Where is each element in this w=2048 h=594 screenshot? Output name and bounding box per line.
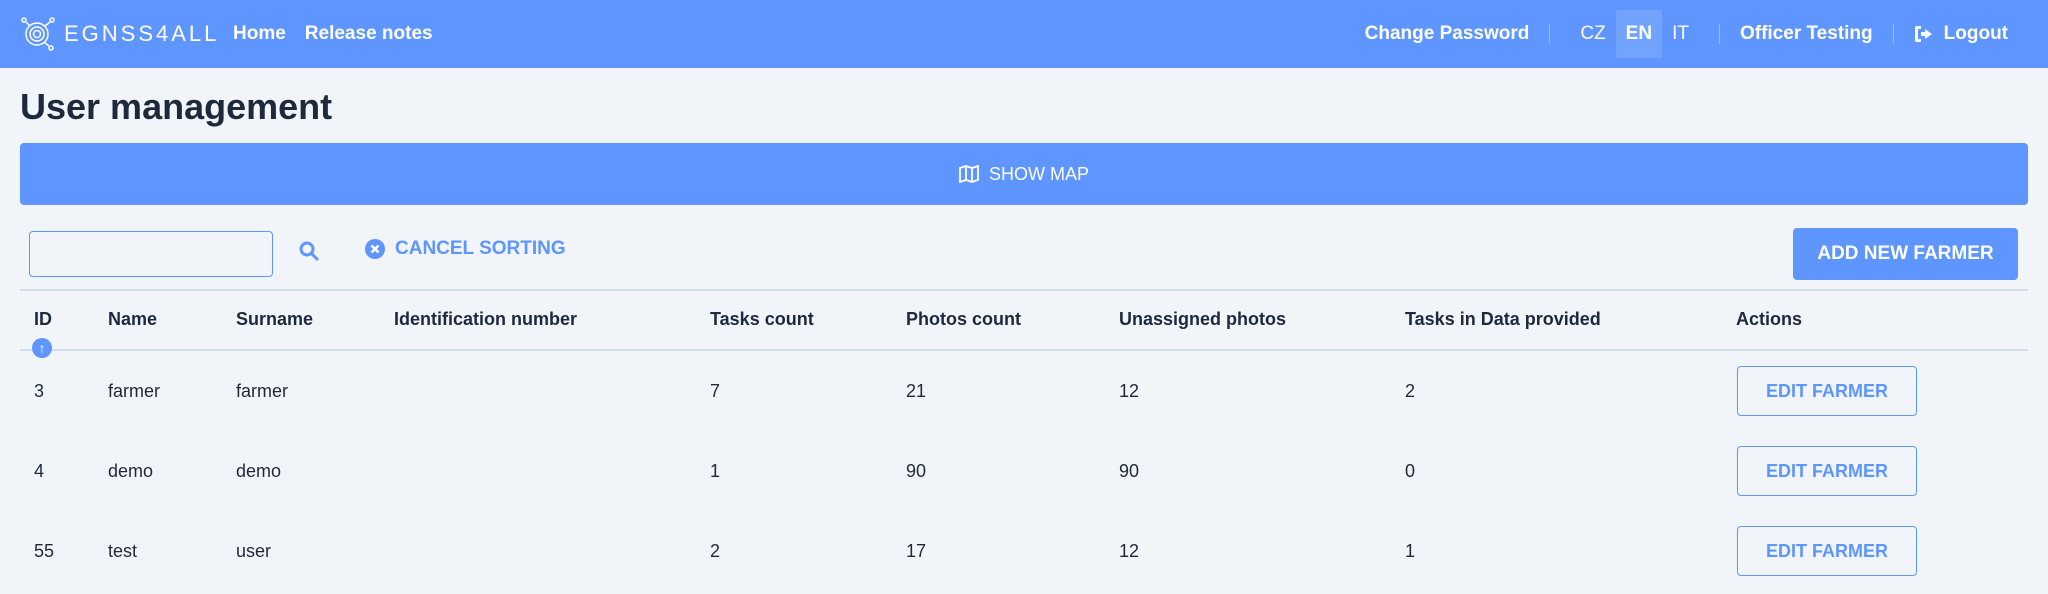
- show-map-button[interactable]: SHOW MAP: [20, 143, 2028, 205]
- lang-cz[interactable]: CZ: [1570, 10, 1615, 58]
- table-cell: 21: [906, 381, 927, 401]
- nav-home[interactable]: Home: [233, 23, 286, 45]
- table-cell: 55: [34, 541, 55, 561]
- divider: [1892, 24, 1894, 44]
- nav-release-notes[interactable]: Release notes: [305, 23, 433, 45]
- table-cell: 90: [906, 461, 927, 481]
- table-cell: farmer: [108, 381, 161, 401]
- divider: [1549, 24, 1551, 44]
- edit-farmer-button[interactable]: EDIT FARMER: [1737, 446, 1917, 496]
- table-cell: 17: [906, 541, 927, 561]
- table-cell: 3: [34, 381, 45, 401]
- divider: [20, 289, 2028, 291]
- table-cell: 12: [1119, 541, 1140, 561]
- table-cell: 2: [1405, 381, 1416, 401]
- edit-farmer-button[interactable]: EDIT FARMER: [1737, 366, 1917, 416]
- logo[interactable]: EGNSS4ALL: [20, 16, 219, 52]
- table-cell: farmer: [236, 381, 289, 401]
- logout-icon: [1914, 26, 1932, 42]
- table-cell: demo: [108, 461, 154, 481]
- change-password-link[interactable]: Change Password: [1365, 23, 1530, 45]
- search-icon: [299, 241, 320, 262]
- table-cell: 7: [710, 381, 721, 401]
- column-header[interactable]: Name: [108, 309, 157, 330]
- divider: [20, 349, 2028, 351]
- table-cell: 0: [1405, 461, 1416, 481]
- top-navbar: EGNSS4ALL Home Release notes Change Pass…: [0, 0, 2048, 68]
- table-cell: demo: [236, 461, 282, 481]
- page-title: User management: [20, 86, 333, 127]
- sort-ascending-icon[interactable]: ↑: [32, 338, 52, 358]
- close-circle-icon: [365, 239, 385, 259]
- user-name[interactable]: Officer Testing: [1740, 23, 1873, 45]
- table-cell: test: [108, 541, 138, 561]
- search-input[interactable]: [29, 231, 273, 277]
- table-cell: 1: [1405, 541, 1416, 561]
- divider: [1718, 24, 1720, 44]
- logo-text: EGNSS4ALL: [64, 21, 220, 46]
- lang-en[interactable]: EN: [1615, 10, 1663, 58]
- add-new-farmer-button[interactable]: ADD NEW FARMER: [1793, 228, 2018, 280]
- table-cell: 90: [1119, 461, 1140, 481]
- lang-it[interactable]: IT: [1662, 10, 1699, 58]
- table-cell: 12: [1119, 381, 1140, 401]
- logout-button[interactable]: Logout: [1914, 23, 2008, 45]
- column-header[interactable]: ID: [34, 309, 52, 330]
- column-header[interactable]: Actions: [1736, 309, 1802, 330]
- column-header[interactable]: Photos count: [906, 309, 1021, 330]
- column-header[interactable]: Unassigned photos: [1119, 309, 1286, 330]
- table-cell: user: [236, 541, 272, 561]
- map-icon: [959, 165, 979, 183]
- logo-icon: [21, 17, 55, 51]
- column-header[interactable]: Tasks count: [710, 309, 814, 330]
- table-cell: 4: [34, 461, 45, 481]
- table-cell: 2: [710, 541, 721, 561]
- table-cell: 1: [710, 461, 721, 481]
- edit-farmer-button[interactable]: EDIT FARMER: [1737, 526, 1917, 576]
- column-header[interactable]: Identification number: [394, 309, 577, 330]
- column-header[interactable]: Surname: [236, 309, 313, 330]
- column-header[interactable]: Tasks in Data provided: [1405, 309, 1601, 330]
- cancel-sorting-button[interactable]: CANCEL SORTING: [365, 238, 566, 260]
- search-button[interactable]: [298, 240, 320, 267]
